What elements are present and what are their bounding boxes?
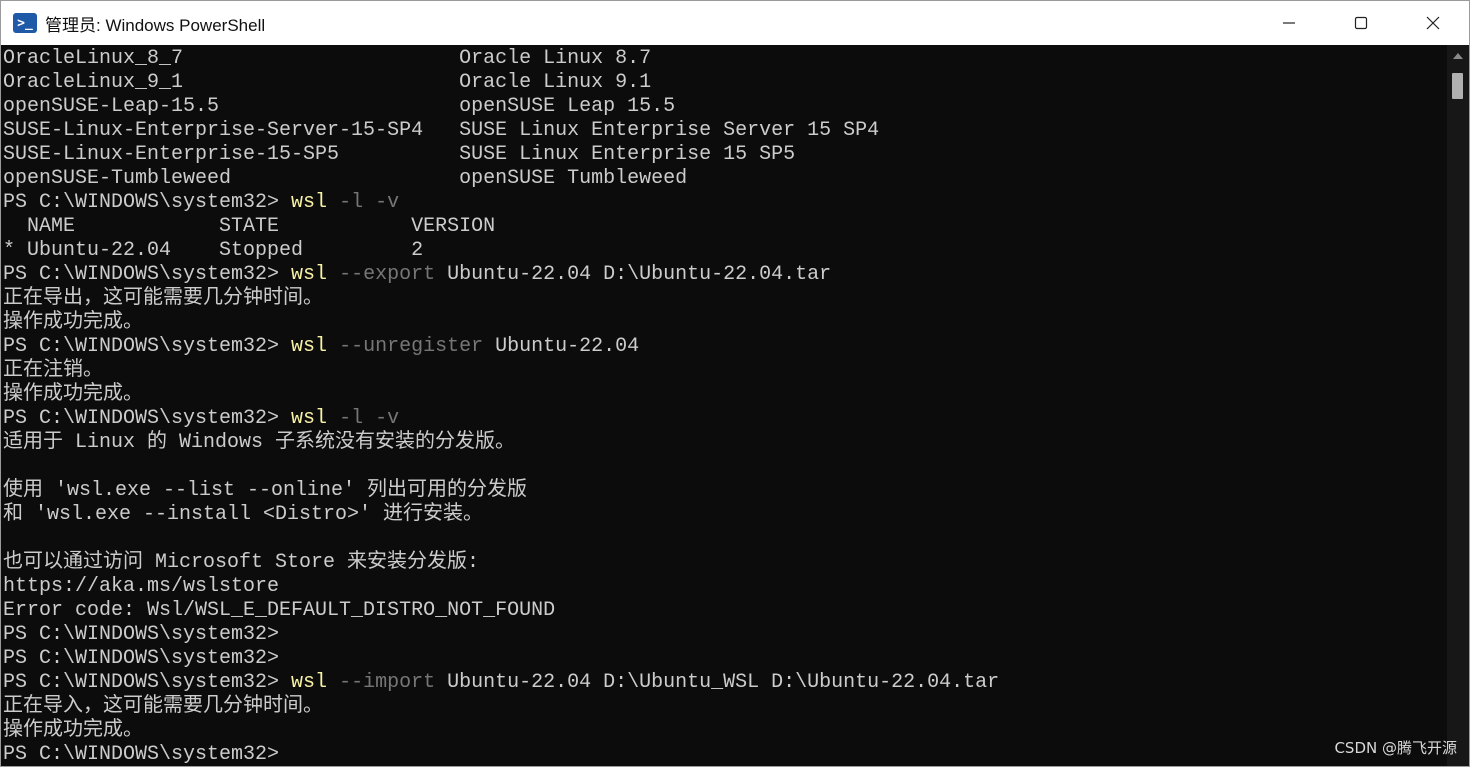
powershell-icon: >_ (13, 13, 37, 33)
console-line: PS C:\WINDOWS\system32> (3, 743, 999, 766)
output-text: 适用于 Linux 的 Windows 子系统没有安装的分发版。 (3, 431, 516, 454)
output-text: PS C:\WINDOWS\system32> (3, 263, 292, 286)
console-line: https://aka.ms/wslstore (3, 575, 999, 599)
watermark: CSDN @腾飞开源 (1334, 739, 1457, 757)
console-line: SUSE-Linux-Enterprise-Server-15-SP4 SUSE… (3, 119, 999, 143)
parameter-text: --import (327, 671, 436, 694)
output-text: OracleLinux_9_1 Oracle Linux 9.1 (3, 71, 652, 94)
output-text: SUSE-Linux-Enterprise-Server-15-SP4 SUSE… (3, 119, 880, 142)
console-line: 正在导入，这可能需要几分钟时间。 (3, 695, 999, 719)
scroll-thumb[interactable] (1452, 73, 1463, 99)
parameter-text: -l -v (327, 191, 400, 214)
output-text: 也可以通过访问 Microsoft Store 来安装分发版: (3, 551, 480, 574)
output-text: openSUSE-Tumbleweed openSUSE Tumbleweed (3, 167, 688, 190)
console-line: PS C:\WINDOWS\system32> wsl --import Ubu… (3, 671, 999, 695)
console-line: openSUSE-Tumbleweed openSUSE Tumbleweed (3, 167, 999, 191)
console-line: * Ubuntu-22.04 Stopped 2 (3, 239, 999, 263)
powershell-window: >_ 管理员: Windows PowerShell OracleLinux_8… (0, 0, 1470, 767)
output-text: Error code: Wsl/WSL_E_DEFAULT_DISTRO_NOT… (3, 599, 556, 622)
console-line: 正在导出，这可能需要几分钟时间。 (3, 287, 999, 311)
output-text: * Ubuntu-22.04 Stopped 2 (3, 239, 424, 262)
console-line: PS C:\WINDOWS\system32> wsl --export Ubu… (3, 263, 999, 287)
console-line: NAME STATE VERSION (3, 215, 999, 239)
title-bar[interactable]: >_ 管理员: Windows PowerShell (1, 1, 1469, 45)
output-text: 和 'wsl.exe --install <Distro>' 进行安装。 (3, 503, 484, 526)
output-text: PS C:\WINDOWS\system32> (3, 743, 280, 766)
output-text: https://aka.ms/wslstore (3, 575, 280, 598)
output-text: PS C:\WINDOWS\system32> (3, 647, 280, 670)
console-line: PS C:\WINDOWS\system32> (3, 647, 999, 671)
vertical-scrollbar[interactable] (1447, 45, 1469, 766)
output-text: 操作成功完成。 (3, 719, 143, 742)
output-text: OracleLinux_8_7 Oracle Linux 8.7 (3, 47, 652, 70)
console-line: OracleLinux_8_7 Oracle Linux 8.7 (3, 47, 999, 71)
output-text: PS C:\WINDOWS\system32> (3, 407, 292, 430)
console-line: PS C:\WINDOWS\system32> wsl -l -v (3, 407, 999, 431)
output-text: SUSE-Linux-Enterprise-15-SP5 SUSE Linux … (3, 143, 796, 166)
console-line: 适用于 Linux 的 Windows 子系统没有安装的分发版。 (3, 431, 999, 455)
output-text: PS C:\WINDOWS\system32> (3, 191, 292, 214)
minimize-button[interactable] (1253, 1, 1325, 45)
console-line: PS C:\WINDOWS\system32> wsl --unregister… (3, 335, 999, 359)
output-text: Ubuntu-22.04 D:\Ubuntu_WSL D:\Ubuntu-22.… (435, 671, 1000, 694)
command-text: wsl (291, 671, 328, 694)
window-title: 管理员: Windows PowerShell (45, 15, 266, 35)
output-text: 使用 'wsl.exe --list --online' 列出可用的分发版 (3, 479, 528, 502)
output-text: PS C:\WINDOWS\system32> (3, 335, 292, 358)
maximize-button[interactable] (1325, 1, 1397, 45)
output-text: PS C:\WINDOWS\system32> (3, 671, 292, 694)
output-text: Ubuntu-22.04 D:\Ubuntu-22.04.tar (435, 263, 832, 286)
output-text: 正在导入，这可能需要几分钟时间。 (3, 695, 323, 718)
console-line: 也可以通过访问 Microsoft Store 来安装分发版: (3, 551, 999, 575)
minimize-icon (1283, 22, 1295, 24)
output-text: 操作成功完成。 (3, 383, 143, 406)
console-output[interactable]: OracleLinux_8_7 Oracle Linux 8.7 OracleLi… (1, 45, 1447, 766)
parameter-text: -l -v (327, 407, 400, 430)
output-text: 操作成功完成。 (3, 311, 143, 334)
console-lines: OracleLinux_8_7 Oracle Linux 8.7 OracleLi… (3, 47, 999, 766)
command-text: wsl (291, 335, 328, 358)
output-text: openSUSE-Leap-15.5 openSUSE Leap 15.5 (3, 95, 676, 118)
console-line: 使用 'wsl.exe --list --online' 列出可用的分发版 (3, 479, 999, 503)
console-line: 操作成功完成。 (3, 383, 999, 407)
output-text: PS C:\WINDOWS\system32> (3, 623, 280, 646)
output-text: 正在导出，这可能需要几分钟时间。 (3, 287, 323, 310)
console-line: SUSE-Linux-Enterprise-15-SP5 SUSE Linux … (3, 143, 999, 167)
console-line: 操作成功完成。 (3, 311, 999, 335)
console-line: PS C:\WINDOWS\system32> (3, 623, 999, 647)
output-text: NAME STATE VERSION (3, 215, 496, 238)
command-text: wsl (291, 263, 328, 286)
parameter-text: --export (327, 263, 436, 286)
output-text: Ubuntu-22.04 (483, 335, 640, 358)
maximize-icon (1354, 16, 1368, 30)
console-line: 正在注销。 (3, 359, 999, 383)
console-line: OracleLinux_9_1 Oracle Linux 9.1 (3, 71, 999, 95)
parameter-text: --unregister (327, 335, 484, 358)
console-line: openSUSE-Leap-15.5 openSUSE Leap 15.5 (3, 95, 999, 119)
command-text: wsl (291, 191, 328, 214)
close-icon (1426, 16, 1440, 30)
console-line: PS C:\WINDOWS\system32> wsl -l -v (3, 191, 999, 215)
scroll-up-arrow-icon[interactable] (1453, 53, 1463, 59)
console-line: 和 'wsl.exe --install <Distro>' 进行安装。 (3, 503, 999, 527)
command-text: wsl (291, 407, 328, 430)
close-button[interactable] (1397, 1, 1469, 45)
console-line: Error code: Wsl/WSL_E_DEFAULT_DISTRO_NOT… (3, 599, 999, 623)
console-line: 操作成功完成。 (3, 719, 999, 743)
window-controls (1253, 1, 1469, 45)
output-text: 正在注销。 (3, 359, 103, 382)
